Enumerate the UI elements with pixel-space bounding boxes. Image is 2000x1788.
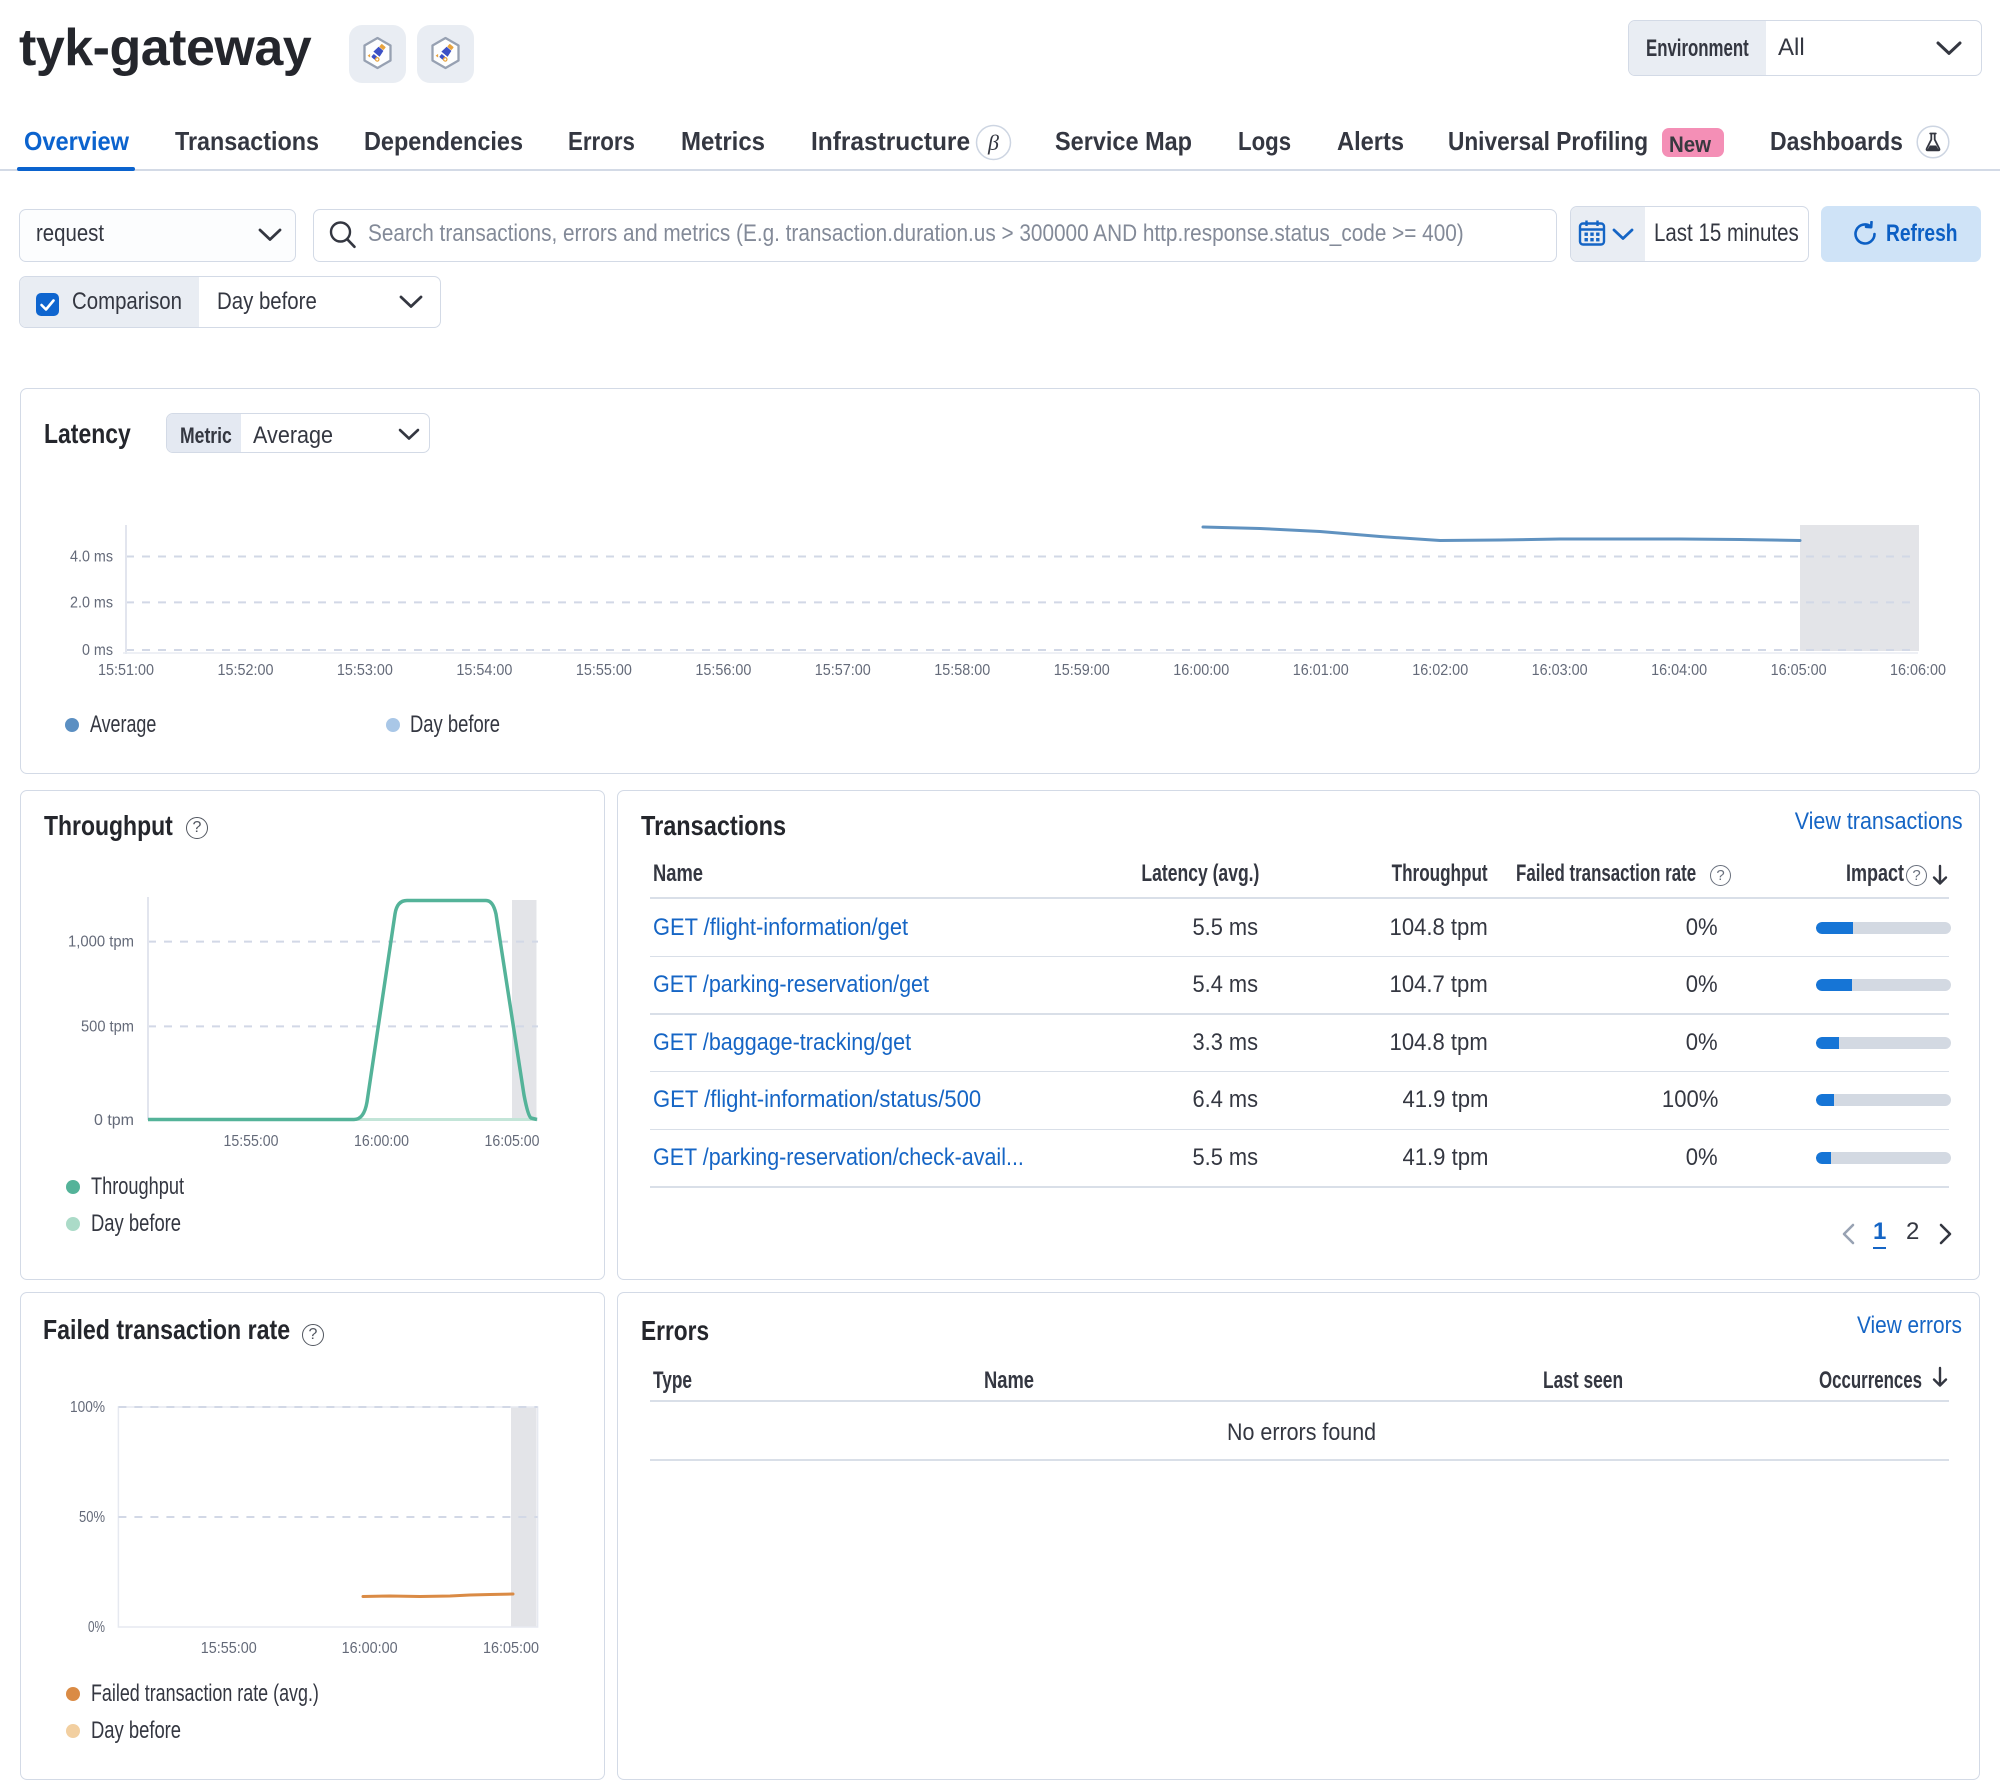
svg-text:16:03:00: 16:03:00 xyxy=(1532,662,1588,679)
svg-text:15:55:00: 15:55:00 xyxy=(201,1640,257,1657)
svg-text:β: β xyxy=(987,130,999,155)
svg-text:16:04:00: 16:04:00 xyxy=(1651,662,1707,679)
svg-text:1,000 tpm: 1,000 tpm xyxy=(68,934,134,951)
svg-text:15:59:00: 15:59:00 xyxy=(1054,662,1110,679)
svg-text:16:00:00: 16:00:00 xyxy=(354,1133,409,1150)
svg-text:16:00:00: 16:00:00 xyxy=(1173,662,1229,679)
svg-text:4.0 ms: 4.0 ms xyxy=(70,549,113,566)
svg-text:50%: 50% xyxy=(79,1509,105,1526)
svg-text:15:55:00: 15:55:00 xyxy=(224,1133,279,1150)
svg-text:15:52:00: 15:52:00 xyxy=(218,662,274,679)
svg-text:15:55:00: 15:55:00 xyxy=(576,662,632,679)
svg-text:15:54:00: 15:54:00 xyxy=(456,662,512,679)
svg-text:16:00:00: 16:00:00 xyxy=(342,1640,398,1657)
svg-text:15:58:00: 15:58:00 xyxy=(934,662,990,679)
svg-text:16:05:00: 16:05:00 xyxy=(485,1133,540,1150)
svg-text:500 tpm: 500 tpm xyxy=(81,1018,134,1035)
svg-text:15:57:00: 15:57:00 xyxy=(815,662,871,679)
svg-text:0 tpm: 0 tpm xyxy=(94,1112,134,1129)
svg-text:15:53:00: 15:53:00 xyxy=(337,662,393,679)
svg-text:16:02:00: 16:02:00 xyxy=(1412,662,1468,679)
svg-text:16:05:00: 16:05:00 xyxy=(1771,662,1827,679)
svg-text:16:01:00: 16:01:00 xyxy=(1293,662,1349,679)
svg-text:16:05:00: 16:05:00 xyxy=(483,1640,539,1657)
svg-text:0%: 0% xyxy=(88,1619,105,1636)
svg-text:0 ms: 0 ms xyxy=(82,642,113,659)
svg-text:15:56:00: 15:56:00 xyxy=(695,662,751,679)
svg-text:100%: 100% xyxy=(70,1399,105,1416)
svg-text:2.0 ms: 2.0 ms xyxy=(70,594,113,611)
svg-text:15:51:00: 15:51:00 xyxy=(98,662,154,679)
svg-text:16:06:00: 16:06:00 xyxy=(1890,662,1946,679)
